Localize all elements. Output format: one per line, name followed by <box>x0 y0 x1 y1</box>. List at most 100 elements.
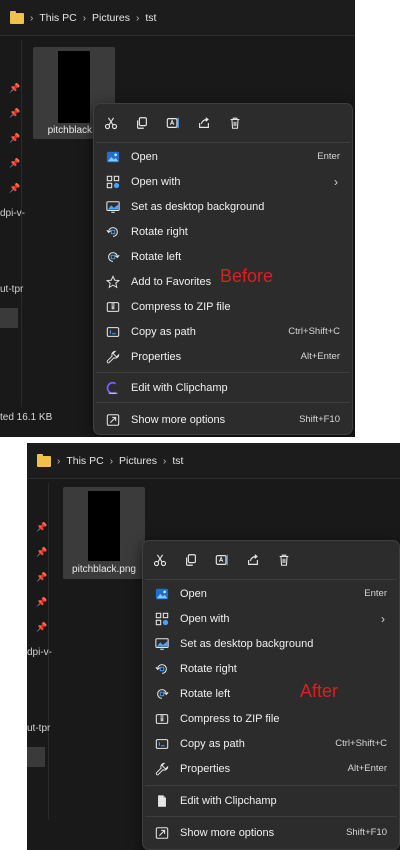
menu-item-label: Compress to ZIP file <box>180 712 280 725</box>
nav-item-label[interactable]: ut-tpr <box>27 723 50 734</box>
menu-item-rotate-left[interactable]: Rotate left <box>98 245 348 268</box>
pin-icon[interactable]: 📌 <box>36 598 47 607</box>
photos-icon <box>105 149 121 165</box>
folder-icon <box>37 453 51 467</box>
zip-icon <box>154 711 170 727</box>
pin-icon[interactable]: 📌 <box>36 548 47 557</box>
file-name: pitchblack.png <box>72 564 136 575</box>
zip-icon <box>105 299 121 315</box>
rotate-left-icon <box>105 249 121 265</box>
breadcrumb-pictures[interactable]: Pictures <box>92 12 130 24</box>
pin-icon[interactable]: 📌 <box>9 84 20 93</box>
cut-icon[interactable] <box>100 112 122 134</box>
rotate-right-icon <box>154 661 170 677</box>
menu-item-open[interactable]: Open Enter <box>147 582 395 605</box>
menu-item-label: Edit with Clipchamp <box>180 794 277 807</box>
image-preview <box>58 51 90 123</box>
quick-actions-bar <box>149 549 295 571</box>
menu-item-open-with[interactable]: Open with › <box>98 170 348 193</box>
menu-item-rotate-left[interactable]: Rotate left <box>147 682 395 705</box>
menu-item-properties[interactable]: Properties Alt+Enter <box>147 757 395 780</box>
copy-icon[interactable] <box>180 549 202 571</box>
nav-item-label[interactable]: dpi-v- <box>0 208 25 219</box>
breadcrumb-tst[interactable]: tst <box>172 455 183 467</box>
menu-item-edit-with-clipchamp[interactable]: Edit with Clipchamp <box>147 789 395 812</box>
copy-path-icon <box>154 736 170 752</box>
breadcrumb-this-pc[interactable]: This PC <box>39 12 76 24</box>
menu-item-properties[interactable]: Properties Alt+Enter <box>98 345 348 368</box>
menu-item-label: Edit with Clipchamp <box>131 381 228 394</box>
pin-icon[interactable]: 📌 <box>36 623 47 632</box>
copy-icon[interactable] <box>131 112 153 134</box>
cut-icon[interactable] <box>149 549 171 571</box>
menu-item-copy-as-path[interactable]: Copy as path Ctrl+Shift+C <box>98 320 348 343</box>
desktop-background-icon <box>154 636 170 652</box>
quick-actions-bar <box>100 112 246 134</box>
chevron-right-icon: › <box>334 174 338 189</box>
annotation-after: After <box>300 681 339 701</box>
copy-path-icon <box>105 324 121 340</box>
chevron-right-icon: › <box>30 12 34 24</box>
menu-item-compress-zip[interactable]: Compress to ZIP file <box>98 295 348 318</box>
menu-item-label: Rotate right <box>180 662 237 675</box>
menu-item-shortcut: Shift+F10 <box>299 414 340 425</box>
photos-icon <box>154 586 170 602</box>
navigation-pane: 📌 📌 📌 📌 📌 dpi-v- ut-tpr <box>27 483 52 820</box>
pin-icon[interactable]: 📌 <box>36 523 47 532</box>
address-bar[interactable]: › This PC › Pictures › tst <box>27 443 400 479</box>
file-thumbnail[interactable]: pitchblack.png <box>63 487 145 579</box>
show-more-icon <box>105 412 121 428</box>
chevron-right-icon: › <box>82 12 87 24</box>
pin-icon[interactable]: 📌 <box>36 573 47 582</box>
menu-item-shortcut: Shift+F10 <box>346 827 387 838</box>
pin-icon[interactable]: 📌 <box>9 184 20 193</box>
pin-icon[interactable]: 📌 <box>9 159 20 168</box>
menu-item-copy-as-path[interactable]: Copy as path Ctrl+Shift+C <box>147 732 395 755</box>
menu-item-show-more-options[interactable]: Show more options Shift+F10 <box>147 821 395 844</box>
pin-icon[interactable]: 📌 <box>9 109 20 118</box>
menu-item-rotate-right[interactable]: Rotate right <box>98 220 348 243</box>
chevron-right-icon: › <box>109 455 114 467</box>
delete-icon[interactable] <box>224 112 246 134</box>
share-icon[interactable] <box>242 549 264 571</box>
nav-item-label[interactable]: dpi-v- <box>27 647 52 658</box>
menu-item-shortcut: Ctrl+Shift+C <box>335 738 387 749</box>
breadcrumb-this-pc[interactable]: This PC <box>66 455 103 467</box>
delete-icon[interactable] <box>273 549 295 571</box>
rename-icon[interactable] <box>211 549 233 571</box>
folder-icon <box>10 10 24 24</box>
status-bar-text: ted 16.1 KB <box>0 412 53 423</box>
menu-item-open[interactable]: Open Enter <box>98 145 348 168</box>
menu-item-label: Copy as path <box>180 737 245 750</box>
nav-selected-item[interactable] <box>27 747 45 767</box>
menu-item-shortcut: Alt+Enter <box>347 763 387 774</box>
menu-item-shortcut: Enter <box>364 588 387 599</box>
menu-item-label: Properties <box>131 350 182 363</box>
menu-item-show-more-options[interactable]: Show more options Shift+F10 <box>98 408 348 431</box>
share-icon[interactable] <box>193 112 215 134</box>
chevron-right-icon: › <box>162 455 167 467</box>
pin-icon[interactable]: 📌 <box>9 134 20 143</box>
breadcrumb-pictures[interactable]: Pictures <box>119 455 157 467</box>
properties-icon <box>105 349 121 365</box>
open-with-icon <box>105 174 121 190</box>
rename-icon[interactable] <box>162 112 184 134</box>
nav-item-label[interactable]: ut-tpr <box>0 284 23 295</box>
menu-item-label: Rotate right <box>131 225 188 238</box>
menu-item-label: Open <box>131 150 158 163</box>
menu-item-label: Show more options <box>131 413 226 426</box>
menu-item-set-desktop-background[interactable]: Set as desktop background <box>98 195 348 218</box>
document-icon <box>154 793 170 809</box>
menu-item-label: Compress to ZIP file <box>131 300 231 313</box>
menu-item-open-with[interactable]: Open with › <box>147 607 395 630</box>
menu-item-compress-zip[interactable]: Compress to ZIP file <box>147 707 395 730</box>
annotation-before: Before <box>220 266 274 286</box>
menu-item-edit-with-clipchamp[interactable]: Edit with Clipchamp <box>98 376 348 399</box>
breadcrumb-tst[interactable]: tst <box>145 12 156 24</box>
image-preview <box>88 491 120 561</box>
address-bar[interactable]: › This PC › Pictures › tst <box>0 0 355 36</box>
nav-selected-item[interactable] <box>0 308 18 328</box>
menu-item-set-desktop-background[interactable]: Set as desktop background <box>147 632 395 655</box>
menu-item-rotate-right[interactable]: Rotate right <box>147 657 395 680</box>
navigation-pane: 📌 📌 📌 📌 📌 dpi-v- ut-tpr <box>0 40 25 407</box>
